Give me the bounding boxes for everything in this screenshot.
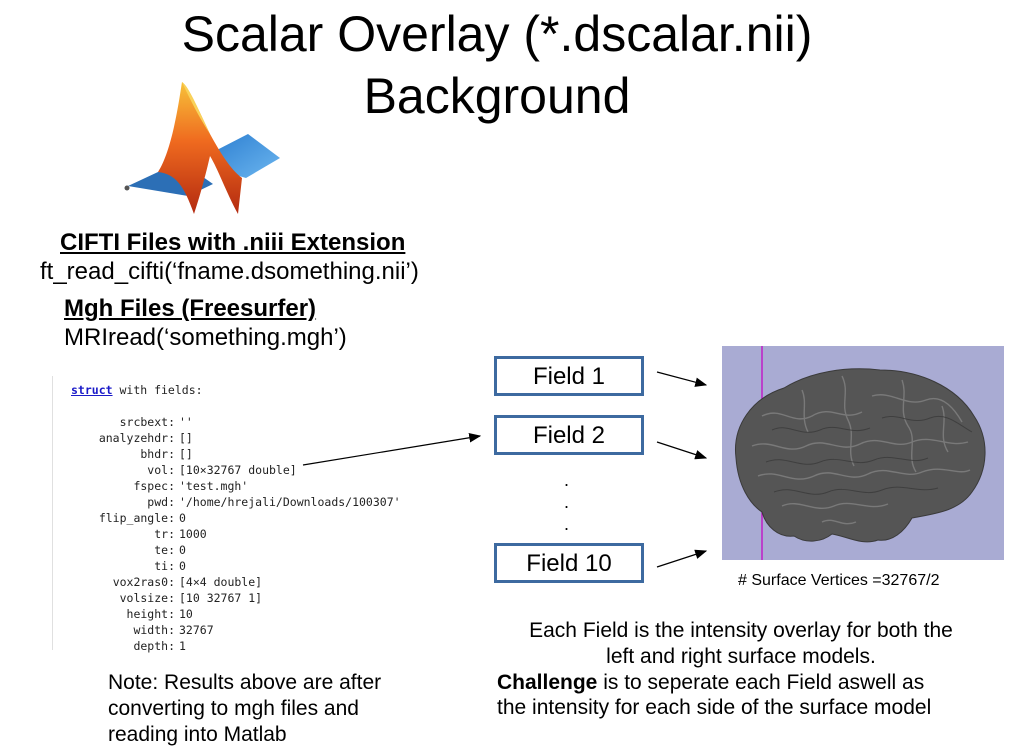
challenge-line: Challenge is to seperate each Field aswe… bbox=[497, 670, 924, 696]
note-line1: Note: Results above are after bbox=[108, 671, 382, 694]
arrow-field10-to-surface bbox=[656, 549, 708, 568]
description-line4: the intensity for each side of the surfa… bbox=[497, 696, 932, 719]
arrow-vol-to-field2 bbox=[302, 433, 482, 466]
description-line2: left and right surface models. bbox=[606, 645, 876, 668]
challenge-bold: Challenge bbox=[497, 671, 598, 694]
note-line2: converting to mgh files and bbox=[108, 697, 359, 720]
arrow-field1-to-surface bbox=[656, 371, 708, 387]
note-line3: reading into Matlab bbox=[108, 723, 287, 746]
arrow-field2-to-surface bbox=[656, 441, 708, 460]
description-line1: Each Field is the intensity overlay for … bbox=[529, 619, 953, 642]
challenge-rest: is to seperate each Field aswell as bbox=[597, 671, 925, 694]
